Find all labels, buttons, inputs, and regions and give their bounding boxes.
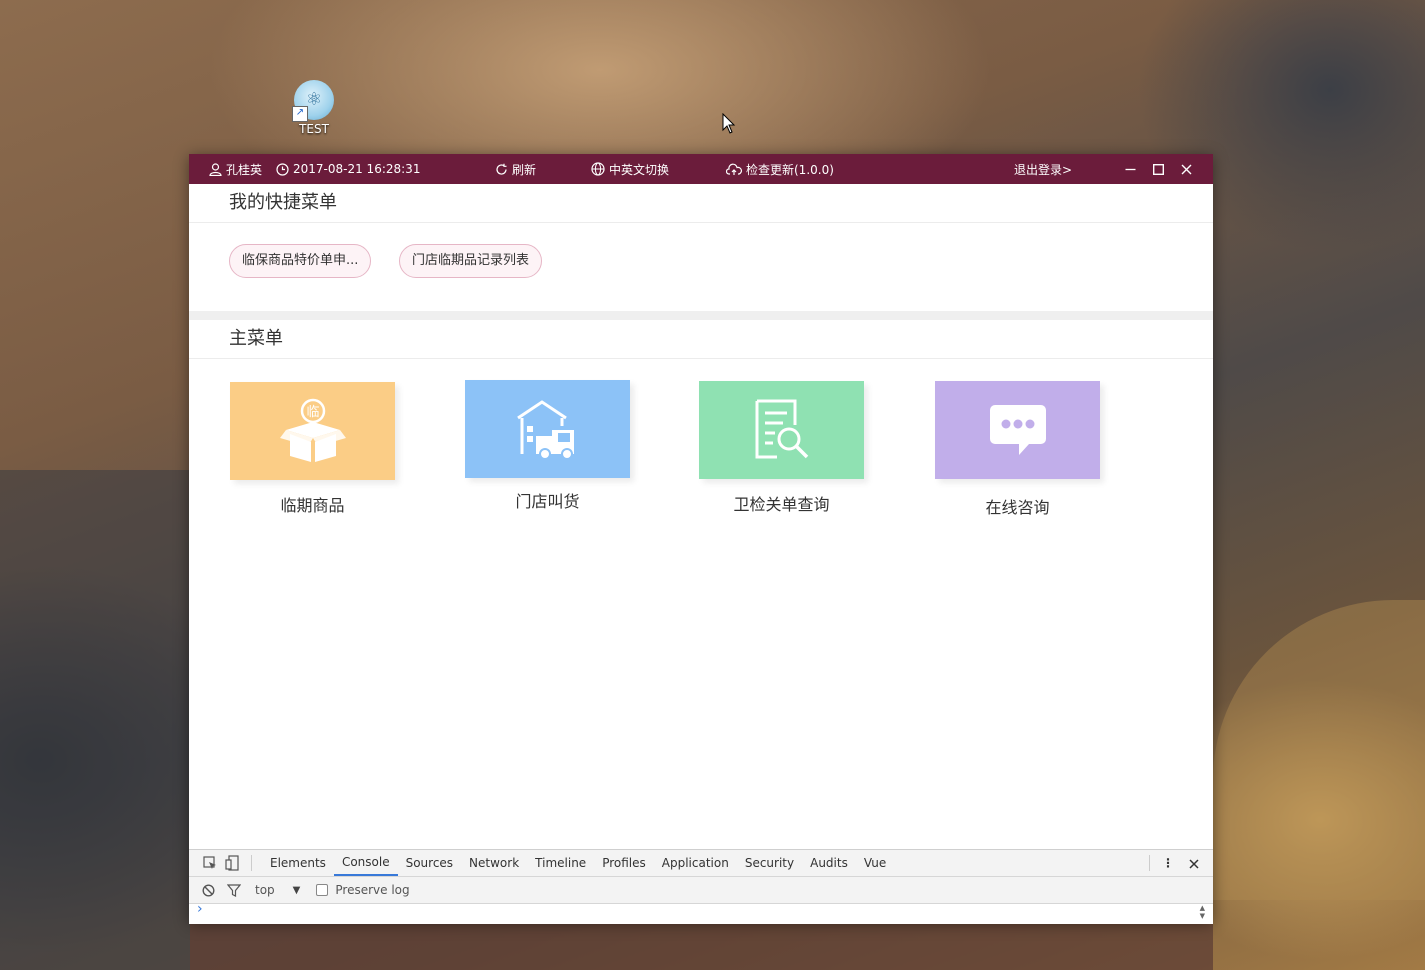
console-toolbar: top ▼ Preserve log: [189, 877, 1213, 904]
preserve-log-checkbox[interactable]: [316, 884, 329, 896]
quick-menu-title: 我的快捷菜单: [189, 184, 1213, 223]
language-switch-label: 中英文切换: [609, 162, 670, 177]
quick-menu-item[interactable]: 临保商品特价单申...: [229, 244, 372, 278]
desktop-wallpaper-shape: [0, 470, 190, 970]
check-update-button[interactable]: 检查更新(1.0.0): [726, 154, 834, 184]
refresh-icon: [496, 163, 507, 175]
title-bar: 孔桂英 2017-08-21 16:28:31 刷新 中英文切换 检查更新(1.…: [189, 154, 1213, 184]
desktop-shortcut-label: TEST: [299, 122, 329, 136]
check-update-label: 检查更新(1.0.0): [746, 162, 834, 177]
electron-app-icon: ⚛ ↗: [292, 80, 334, 122]
minimize-button[interactable]: [1116, 154, 1144, 184]
menu-tile-store-order[interactable]: 门店叫货: [465, 380, 630, 512]
maximize-icon: [1152, 163, 1164, 175]
tab-sources[interactable]: Sources: [398, 851, 461, 876]
console-prompt: ›: [197, 901, 203, 917]
close-icon: [1181, 164, 1191, 174]
quick-menu-list: 临保商品特价单申... 门店临期品记录列表: [189, 223, 1213, 311]
datetime-text: 2017-08-21 16:28:31: [293, 162, 421, 176]
preserve-log-label: Preserve log: [335, 883, 410, 897]
tile-label: 门店叫货: [515, 492, 580, 511]
desktop-wallpaper-shape: [190, 922, 1213, 970]
tab-elements[interactable]: Elements: [262, 851, 334, 876]
tile-label: 临期商品: [280, 496, 345, 515]
user-name: 孔桂英: [226, 162, 263, 177]
tab-security[interactable]: Security: [737, 851, 802, 876]
refresh-label: 刷新: [512, 162, 537, 177]
close-button[interactable]: [1172, 154, 1200, 184]
globe-icon: [591, 162, 605, 176]
tab-application[interactable]: Application: [654, 851, 737, 876]
main-menu-grid: 临 临期商品 门店叫货 卫检关单查询 在线咨询: [189, 359, 1213, 529]
shortcut-arrow-icon: ↗: [292, 106, 308, 122]
tab-network[interactable]: Network: [461, 851, 527, 876]
box-icon: 临: [279, 398, 346, 462]
warehouse-truck-icon: [516, 400, 574, 460]
menu-tile-expiring-goods[interactable]: 临 临期商品: [230, 382, 395, 516]
tile-card: 临: [230, 382, 395, 480]
devtools-tab-bar: Elements Console Sources Network Timelin…: [189, 850, 1213, 877]
devtools-panel: Elements Console Sources Network Timelin…: [189, 849, 1213, 924]
minimize-icon: [1125, 168, 1135, 170]
scroll-arrows-icon[interactable]: ▲ ▼: [1200, 904, 1205, 920]
inspect-element-icon[interactable]: [199, 856, 221, 870]
device-toolbar-icon[interactable]: [221, 855, 243, 871]
clock: 2017-08-21 16:28:31: [276, 154, 420, 184]
more-options-icon[interactable]: ⋮: [1162, 850, 1174, 876]
toolbar-divider: [1149, 855, 1150, 871]
menu-tile-inspection-query[interactable]: 卫检关单查询: [699, 381, 864, 515]
tab-audits[interactable]: Audits: [802, 851, 856, 876]
desktop-shortcut-test[interactable]: ⚛ ↗ TEST: [284, 78, 344, 136]
quick-menu-item[interactable]: 门店临期品记录列表: [399, 244, 543, 278]
maximize-button[interactable]: [1144, 154, 1172, 184]
box-badge-text: 临: [306, 405, 319, 420]
tile-card: [935, 381, 1100, 479]
tile-card: [465, 380, 630, 478]
app-window: 孔桂英 2017-08-21 16:28:31 刷新 中英文切换 检查更新(1.…: [189, 154, 1213, 924]
close-devtools-icon[interactable]: [1189, 850, 1199, 876]
current-user: 孔桂英: [209, 154, 262, 184]
clock-icon: [276, 162, 289, 176]
tab-timeline[interactable]: Timeline: [527, 851, 594, 876]
clear-console-icon[interactable]: [199, 883, 217, 897]
tile-label: 在线咨询: [985, 498, 1050, 517]
context-value: top: [255, 883, 275, 897]
user-icon: [209, 162, 222, 176]
console-output[interactable]: › ▲ ▼: [189, 901, 1213, 924]
menu-tile-online-consult[interactable]: 在线咨询: [935, 381, 1100, 518]
main-menu-title: 主菜单: [189, 320, 1213, 359]
document-search-icon: [755, 399, 808, 459]
language-switch-button[interactable]: 中英文切换: [591, 154, 669, 184]
chat-bubble-icon: [989, 405, 1046, 455]
tab-console[interactable]: Console: [333, 851, 398, 876]
tab-vue[interactable]: Vue: [856, 851, 894, 876]
tile-card: [699, 381, 864, 479]
dropdown-arrow-icon: ▼: [292, 884, 301, 896]
cloud-upload-icon: [726, 163, 742, 175]
tab-profiles[interactable]: Profiles: [594, 851, 654, 876]
context-selector[interactable]: top ▼: [255, 883, 300, 897]
filter-icon[interactable]: [223, 883, 245, 897]
section-divider: [189, 311, 1213, 320]
refresh-button[interactable]: 刷新: [495, 154, 536, 184]
toolbar-divider: [251, 855, 252, 871]
logout-link[interactable]: 退出登录>: [1014, 154, 1072, 184]
logout-label: 退出登录>: [1014, 162, 1073, 177]
desktop-wallpaper-shape: [1213, 600, 1425, 900]
tile-label: 卫检关单查询: [733, 495, 830, 514]
